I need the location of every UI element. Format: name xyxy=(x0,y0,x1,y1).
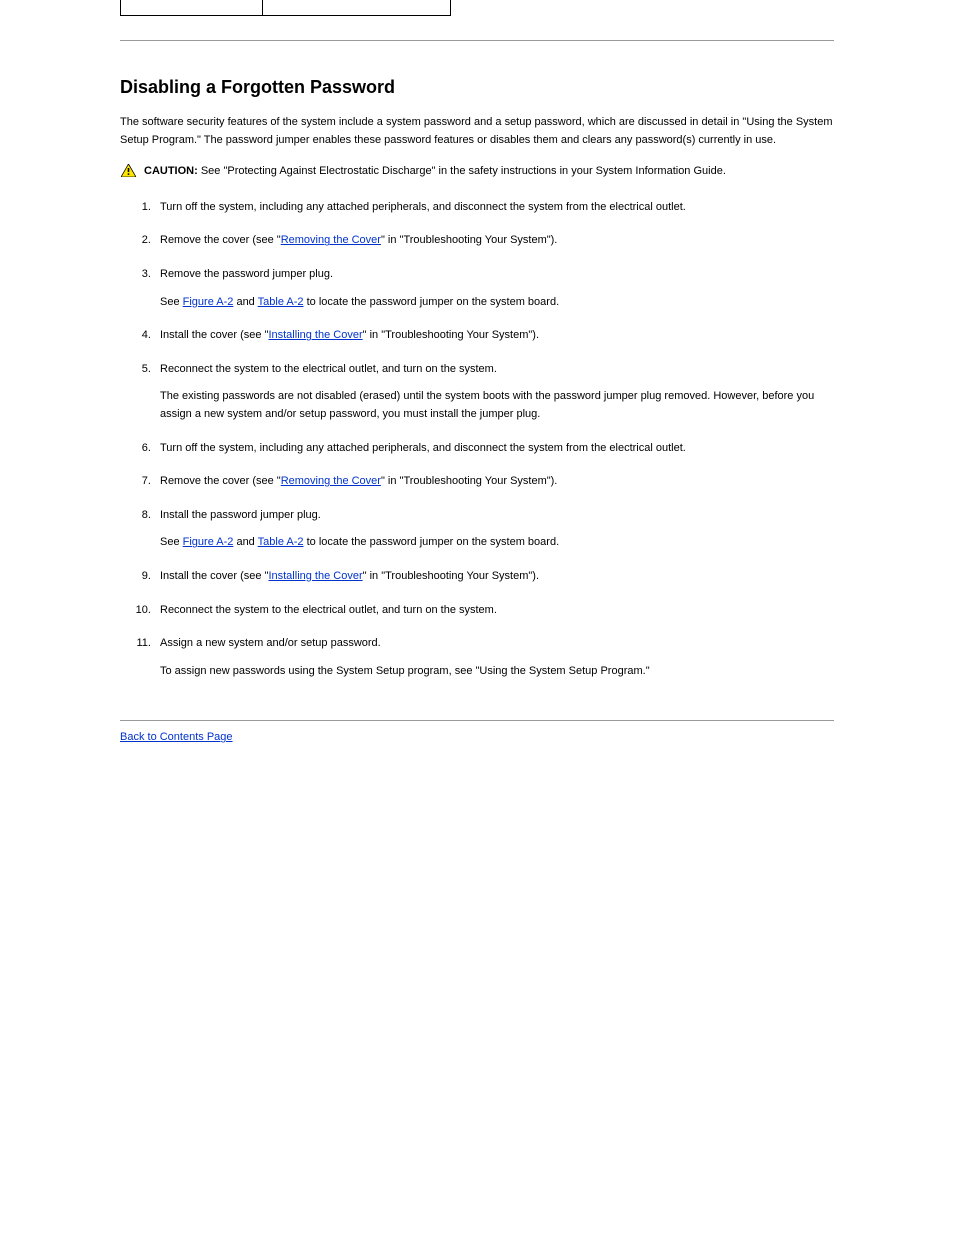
installing-cover-link[interactable]: Installing the Cover xyxy=(268,570,362,582)
divider xyxy=(120,720,834,721)
step-text: Install the cover (see " xyxy=(160,570,268,582)
step-text: Install the password jumper plug. xyxy=(160,509,321,521)
table-a2-link[interactable]: Table A-2 xyxy=(258,536,304,548)
step-text: to locate the password jumper on the sys… xyxy=(304,296,560,308)
step-10: Reconnect the system to the electrical o… xyxy=(154,602,834,620)
step-text: Reconnect the system to the electrical o… xyxy=(160,604,497,616)
step-1: Turn off the system, including any attac… xyxy=(154,199,834,217)
table-stub xyxy=(120,0,451,16)
step-3: Remove the password jumper plug. See Fig… xyxy=(154,266,834,311)
caution-icon xyxy=(120,163,136,177)
table-stub-cell xyxy=(121,0,263,16)
step-text: Reconnect the system to the electrical o… xyxy=(160,363,497,375)
step-7: Remove the cover (see "Removing the Cove… xyxy=(154,473,834,491)
step-text: See xyxy=(160,536,183,548)
step-9: Install the cover (see "Installing the C… xyxy=(154,568,834,586)
step-text: Remove the cover (see " xyxy=(160,475,281,487)
back-to-contents-link[interactable]: Back to Contents Page xyxy=(120,731,233,743)
step-text: " in "Troubleshooting Your System"). xyxy=(381,475,557,487)
installing-cover-link[interactable]: Installing the Cover xyxy=(268,329,362,341)
section-heading: Disabling a Forgotten Password xyxy=(120,77,834,98)
step-text: Install the cover (see " xyxy=(160,329,268,341)
table-stub-cell xyxy=(263,0,451,16)
step-text: to locate the password jumper on the sys… xyxy=(304,536,560,548)
step-6: Turn off the system, including any attac… xyxy=(154,440,834,458)
step-text: Remove the cover (see " xyxy=(160,234,281,246)
step-text: Turn off the system, including any attac… xyxy=(160,201,686,213)
divider xyxy=(120,40,834,41)
step-text: and xyxy=(233,536,257,548)
step-text: and xyxy=(233,296,257,308)
intro-paragraph: The software security features of the sy… xyxy=(120,114,834,149)
caution-box: CAUTION: See "Protecting Against Electro… xyxy=(120,163,834,181)
step-text: " in "Troubleshooting Your System"). xyxy=(381,234,557,246)
step-sub: To assign new passwords using the System… xyxy=(160,663,834,681)
removing-cover-link[interactable]: Removing the Cover xyxy=(281,234,381,246)
step-8: Install the password jumper plug. See Fi… xyxy=(154,507,834,552)
figure-a2-link[interactable]: Figure A-2 xyxy=(183,296,234,308)
step-sub: The existing passwords are not disabled … xyxy=(160,388,834,423)
table-a2-link[interactable]: Table A-2 xyxy=(258,296,304,308)
back-link-row: Back to Contents Page xyxy=(120,731,834,743)
removing-cover-link[interactable]: Removing the Cover xyxy=(281,475,381,487)
step-5: Reconnect the system to the electrical o… xyxy=(154,361,834,424)
step-4: Install the cover (see "Installing the C… xyxy=(154,327,834,345)
step-text: Turn off the system, including any attac… xyxy=(160,442,686,454)
step-sub: See Figure A-2 and Table A-2 to locate t… xyxy=(160,534,834,552)
step-11: Assign a new system and/or setup passwor… xyxy=(154,635,834,680)
steps-list: Turn off the system, including any attac… xyxy=(120,199,834,681)
caution-label: CAUTION: xyxy=(144,165,198,177)
step-text: See xyxy=(160,296,183,308)
caution-body: See "Protecting Against Electrostatic Di… xyxy=(198,165,726,177)
step-text: Remove the password jumper plug. xyxy=(160,268,333,280)
step-text: " in "Troubleshooting Your System"). xyxy=(363,570,539,582)
step-text: " in "Troubleshooting Your System"). xyxy=(363,329,539,341)
step-text: Assign a new system and/or setup passwor… xyxy=(160,637,381,649)
caution-text: CAUTION: See "Protecting Against Electro… xyxy=(144,163,726,181)
step-sub: See Figure A-2 and Table A-2 to locate t… xyxy=(160,294,834,312)
figure-a2-link[interactable]: Figure A-2 xyxy=(183,536,234,548)
step-2: Remove the cover (see "Removing the Cove… xyxy=(154,232,834,250)
